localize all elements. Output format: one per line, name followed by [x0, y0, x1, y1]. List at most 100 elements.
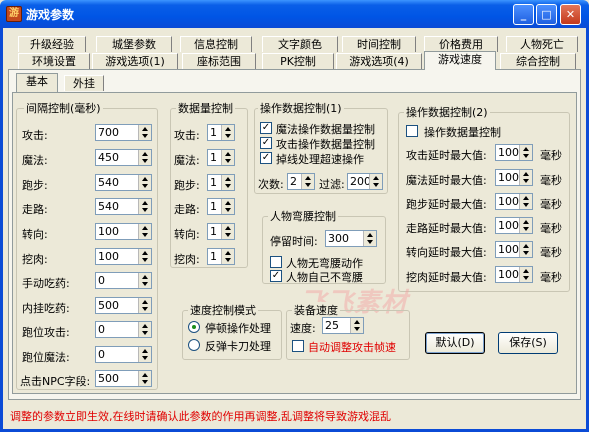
- count-group-title: 数据量控制: [176, 100, 235, 116]
- tab-price-fee[interactable]: 价格费用: [424, 36, 498, 52]
- delay-label: 魔法延时最大值:: [406, 174, 487, 187]
- tab-castle-params[interactable]: 城堡参数: [96, 36, 172, 52]
- minimize-icon[interactable]: _: [513, 4, 534, 25]
- count-label: 魔法:: [174, 154, 200, 167]
- unit-label: 毫秒: [540, 174, 562, 187]
- interval-label: 跑步:: [22, 179, 48, 192]
- auto-attack-speed-label: 自动调整攻击帧速: [308, 341, 396, 354]
- subtab-basic[interactable]: 基本: [16, 73, 58, 92]
- tab-text-color[interactable]: 文字颜色: [262, 36, 338, 52]
- maximize-icon[interactable]: □: [536, 4, 557, 25]
- delay-label: 跑步延时最大值:: [406, 198, 487, 211]
- auto-attack-speed-checkbox[interactable]: [292, 340, 304, 352]
- pause-op-radio[interactable]: [188, 321, 200, 333]
- equip-speed-title: 装备速度: [292, 302, 340, 318]
- op-data-group-1-title: 操作数据控制(1): [258, 100, 344, 116]
- filter-label: 过滤:: [319, 178, 345, 191]
- bounce-radio[interactable]: [188, 339, 200, 351]
- delay-label: 走路延时最大值:: [406, 222, 487, 235]
- run-count-input[interactable]: 1: [207, 174, 235, 191]
- op-data-group-2-title: 操作数据控制(2): [404, 104, 490, 120]
- walk-count-input[interactable]: 1: [207, 198, 235, 215]
- attack-op-control-label: 攻击操作数据量控制: [276, 138, 375, 151]
- magic-op-control-label: 魔法操作数据量控制: [276, 123, 375, 136]
- plugin-potion-interval-input[interactable]: 500: [95, 297, 152, 314]
- attack-op-control-checkbox[interactable]: ✓: [260, 137, 272, 149]
- turn-interval-input[interactable]: 100: [95, 223, 152, 240]
- dig-meat-count-input[interactable]: 1: [207, 248, 235, 265]
- close-icon[interactable]: ✕: [560, 4, 581, 25]
- walk-delay-input[interactable]: 100: [495, 217, 533, 234]
- delay-label: 转向延时最大值:: [406, 246, 487, 259]
- interval-label: 挖肉:: [22, 253, 48, 266]
- attack-delay-input[interactable]: 100: [495, 144, 533, 161]
- npc-click-interval-input[interactable]: 500: [95, 370, 152, 387]
- turn-count-input[interactable]: 1: [207, 223, 235, 240]
- times-label: 次数:: [258, 178, 284, 191]
- interval-label: 魔法:: [22, 154, 48, 167]
- dig-meat-interval-input[interactable]: 100: [95, 248, 152, 265]
- unit-label: 毫秒: [540, 149, 562, 162]
- times-input[interactable]: 2: [287, 173, 315, 190]
- game-icon: 游: [6, 6, 22, 22]
- stay-time-input[interactable]: 300: [325, 230, 377, 247]
- title-bar[interactable]: 游 游戏参数 _ □ ✕: [0, 0, 589, 28]
- count-label: 跑步:: [174, 179, 200, 192]
- subtab-plugin[interactable]: 外挂: [64, 75, 104, 91]
- tab-info-control[interactable]: 信息控制: [180, 36, 252, 52]
- filter-input[interactable]: 200: [347, 173, 383, 190]
- pause-op-label: 停顿操作处理: [205, 322, 271, 335]
- unit-label: 毫秒: [540, 222, 562, 235]
- tab-game-options-1[interactable]: 游戏选项(1): [92, 53, 178, 69]
- save-button[interactable]: 保存(S): [498, 332, 558, 354]
- bounce-label: 反弹卡刀处理: [205, 340, 271, 353]
- magic-interval-input[interactable]: 450: [95, 149, 152, 166]
- disconnect-overspeed-checkbox[interactable]: ✓: [260, 152, 272, 164]
- position-attack-interval-input[interactable]: 0: [95, 321, 152, 338]
- tab-game-speed[interactable]: 游戏速度: [424, 51, 496, 70]
- walk-interval-input[interactable]: 540: [95, 198, 152, 215]
- magic-count-input[interactable]: 1: [207, 149, 235, 166]
- turn-delay-input[interactable]: 100: [495, 241, 533, 258]
- count-label: 转向:: [174, 228, 200, 241]
- tab-game-options-4[interactable]: 游戏选项(4): [336, 53, 422, 69]
- count-label: 走路:: [174, 203, 200, 216]
- position-magic-interval-input[interactable]: 0: [95, 346, 152, 363]
- no-stoop-checkbox[interactable]: [270, 256, 282, 268]
- interval-label: 走路:: [22, 203, 48, 216]
- interval-group-title: 间隔控制(毫秒): [24, 100, 103, 116]
- attack-count-input[interactable]: 1: [207, 124, 235, 141]
- speed-mode-title: 速度控制模式: [188, 302, 258, 318]
- equip-speed-input[interactable]: 25: [322, 317, 364, 334]
- run-interval-input[interactable]: 540: [95, 174, 152, 191]
- count-label: 挖肉:: [174, 253, 200, 266]
- unit-label: 毫秒: [540, 271, 562, 284]
- tab-character-death[interactable]: 人物死亡: [506, 36, 578, 52]
- interval-label: 手动吃药:: [22, 277, 70, 290]
- unit-label: 毫秒: [540, 198, 562, 211]
- tab-time-control[interactable]: 时间控制: [342, 36, 416, 52]
- tab-pk-control[interactable]: PK控制: [262, 53, 334, 69]
- default-button[interactable]: 默认(D): [425, 332, 485, 354]
- interval-label: 转向:: [22, 228, 48, 241]
- equip-speed-label: 速度:: [290, 322, 316, 335]
- tab-level-exp[interactable]: 升级经验: [18, 36, 86, 52]
- tab-environment[interactable]: 环境设置: [18, 53, 90, 69]
- attack-interval-input[interactable]: 700: [95, 124, 152, 141]
- magic-op-control-checkbox[interactable]: ✓: [260, 122, 272, 134]
- interval-label: 跑位攻击:: [22, 326, 70, 339]
- self-no-stoop-checkbox[interactable]: ✓: [270, 270, 282, 282]
- dig-meat-delay-input[interactable]: 100: [495, 266, 533, 283]
- status-warning: 调整的参数立即生效,在线时请确认此参数的作用再调整,乱调整将导致游戏混乱: [10, 410, 391, 423]
- count-label: 攻击:: [174, 129, 200, 142]
- interval-label: 跑位魔法:: [22, 351, 70, 364]
- manual-potion-interval-input[interactable]: 0: [95, 272, 152, 289]
- op-data-control-checkbox[interactable]: [406, 125, 418, 137]
- stay-time-label: 停留时间:: [270, 235, 318, 248]
- tab-comprehensive-control[interactable]: 综合控制: [500, 53, 576, 69]
- magic-delay-input[interactable]: 100: [495, 169, 533, 186]
- delay-label: 攻击延时最大值:: [406, 149, 487, 162]
- tab-coordinate-range[interactable]: 座标范围: [182, 53, 256, 69]
- interval-label: 内挂吃药:: [22, 302, 70, 315]
- run-delay-input[interactable]: 100: [495, 193, 533, 210]
